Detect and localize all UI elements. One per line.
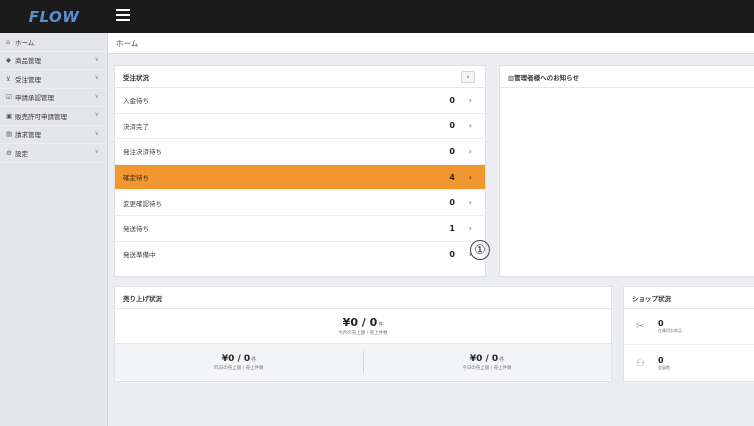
sales-yesterday: ¥0 / 0 件 昨日の売上額 / 売上件数 bbox=[115, 344, 363, 380]
order-row-label: 変更確認待ち bbox=[123, 199, 162, 208]
sidebar-item-label: ホーム bbox=[15, 38, 35, 47]
sales-month-unit: 件 bbox=[378, 322, 384, 328]
order-row-label: 発注決済待ち bbox=[123, 148, 162, 157]
home-icon: ⌂ bbox=[6, 37, 11, 46]
order-row-label: 入金待ち bbox=[123, 97, 149, 106]
chevron-right-icon: › bbox=[468, 223, 472, 233]
notice-title: ▥管理者様へのお知らせ bbox=[500, 66, 754, 88]
sales-month-label: 今月の売上額 / 売上件数 bbox=[338, 331, 388, 336]
sidebar-item-label: 請求管理 bbox=[15, 131, 41, 140]
top-bar: FLOW bbox=[0, 0, 754, 33]
order-row-count: 0 bbox=[449, 121, 455, 131]
panel-title: 受注状況 › bbox=[115, 66, 485, 88]
invoice-icon: ▤ bbox=[6, 130, 13, 139]
sales-title: 売り上げ状況 bbox=[115, 287, 611, 309]
sales-yesterday-label: 昨日の売上額 / 売上件数 bbox=[214, 365, 264, 371]
chevron-right-icon: › bbox=[468, 172, 472, 182]
sidebar-item-home[interactable]: ⌂ ホーム bbox=[0, 33, 107, 52]
shop-item-out-of-stock[interactable]: ✂ 0 在庫切れ商品 bbox=[624, 309, 754, 345]
tag-icon: ◆ bbox=[6, 56, 11, 65]
sales-month-value: ¥0 / 0 bbox=[342, 316, 378, 329]
logo[interactable]: FLOW bbox=[0, 0, 108, 33]
order-status-title: 受注状況 bbox=[123, 73, 149, 82]
chevron-right-icon: › bbox=[468, 121, 472, 131]
hamburger-icon[interactable] bbox=[116, 9, 130, 23]
order-row-count: 0 bbox=[449, 95, 455, 105]
out-of-stock-count: 0 bbox=[658, 319, 664, 328]
sidebar-item-approvals[interactable]: ☑ 申請承認管理 ∨ bbox=[0, 89, 107, 107]
check-box-icon: ☑ bbox=[6, 93, 12, 102]
sales-daily: ¥0 / 0 件 昨日の売上額 / 売上件数 ¥0 / 0 件 今日の売上額 /… bbox=[115, 344, 611, 380]
order-row-awaiting-confirmation[interactable]: 確定待ち 4 › bbox=[115, 164, 485, 191]
sidebar-item-billing[interactable]: ▤ 請求管理 ∨ bbox=[0, 126, 107, 144]
order-row-payment-complete[interactable]: 決済完了 0 › bbox=[115, 114, 485, 140]
order-row-awaiting-change-confirmation[interactable]: 変更確認待ち 0 › bbox=[115, 190, 485, 216]
sales-status-panel: 売り上げ状況 ¥0 / 0 件 今月の売上額 / 売上件数 ¥0 / 0 件 昨… bbox=[114, 286, 612, 382]
shop-title: ショップ状況 bbox=[624, 287, 754, 309]
shop-status-panel: ショップ状況 ✂ 0 在庫切れ商品 ⚇ 0 会員数 bbox=[623, 286, 754, 382]
order-status-panel: 受注状況 › 入金待ち 0 › 決済完了 0 › 発注決済待ち 0 › 確定待ち… bbox=[114, 65, 486, 277]
sidebar: ⌂ ホーム ◆ 商品管理 ∨ ⊻ 受注管理 ∨ ☑ 申請承認管理 ∨ ▣ 販売許… bbox=[0, 33, 108, 426]
members-label: 会員数 bbox=[658, 364, 670, 370]
sidebar-item-sales-permits[interactable]: ▣ 販売許可申請管理 ∨ bbox=[0, 107, 107, 126]
members-count: 0 bbox=[658, 355, 664, 365]
sidebar-item-products[interactable]: ◆ 商品管理 ∨ bbox=[0, 52, 107, 70]
order-row-label: 確定待ち bbox=[123, 174, 149, 183]
chevron-right-icon: › bbox=[468, 95, 472, 105]
shop-item-members[interactable]: ⚇ 0 会員数 bbox=[624, 345, 754, 381]
order-row-count: 0 bbox=[449, 198, 455, 208]
order-row-preparing-shipment[interactable]: 発送準備中 0 › bbox=[115, 242, 485, 268]
order-row-awaiting-order-payment[interactable]: 発注決済待ち 0 › bbox=[115, 139, 485, 165]
chevron-right-icon: › bbox=[468, 198, 472, 208]
sales-yesterday-unit: 件 bbox=[251, 356, 257, 363]
members-icon: ⚇ bbox=[636, 357, 645, 369]
admin-notice-panel: ▥管理者様へのお知らせ bbox=[499, 65, 754, 277]
chevron-down-icon: ∨ bbox=[94, 92, 99, 100]
sales-month: ¥0 / 0 件 今月の売上額 / 売上件数 bbox=[115, 309, 611, 344]
chevron-down-icon: ∨ bbox=[94, 148, 99, 155]
order-row-label: 発送準備中 bbox=[123, 251, 156, 260]
annotation-marker: ① bbox=[470, 240, 490, 260]
chevron-down-icon: ∨ bbox=[94, 129, 99, 137]
order-row-label: 決済完了 bbox=[123, 122, 149, 131]
store-icon: ▣ bbox=[6, 111, 13, 120]
chevron-down-icon: ∨ bbox=[94, 74, 99, 81]
sidebar-item-label: 申請承認管理 bbox=[15, 94, 54, 103]
chevron-right-icon: › bbox=[468, 146, 472, 156]
gear-icon: ⚙ bbox=[6, 148, 12, 157]
breadcrumb: ホーム bbox=[108, 33, 754, 54]
order-row-awaiting-payment[interactable]: 入金待ち 0 › bbox=[115, 88, 485, 114]
order-row-awaiting-shipment[interactable]: 発送待ち 1 › bbox=[115, 216, 485, 242]
sales-yesterday-value: ¥0 / 0 bbox=[221, 353, 251, 364]
cart-icon: ⊻ bbox=[6, 74, 11, 83]
chevron-right-icon[interactable]: › bbox=[461, 71, 475, 83]
sidebar-item-orders[interactable]: ⊻ 受注管理 ∨ bbox=[0, 70, 107, 89]
no-stock-icon: ✂ bbox=[636, 321, 645, 332]
sales-today: ¥0 / 0 件 今日の売上額 / 売上件数 bbox=[363, 344, 611, 380]
sidebar-item-label: 商品管理 bbox=[15, 57, 41, 66]
order-row-count: 0 bbox=[449, 249, 455, 259]
out-of-stock-label: 在庫切れ商品 bbox=[658, 328, 682, 333]
sales-today-unit: 件 bbox=[499, 356, 505, 363]
sales-today-label: 今日の売上額 / 売上件数 bbox=[462, 365, 512, 371]
order-row-count: 1 bbox=[449, 223, 455, 233]
sidebar-item-label: 受注管理 bbox=[15, 75, 41, 84]
order-row-count: 4 bbox=[449, 172, 455, 182]
order-row-label: 発送待ち bbox=[123, 225, 149, 234]
sidebar-item-settings[interactable]: ⚙ 設定 ∨ bbox=[0, 144, 107, 163]
sidebar-item-label: 販売許可申請管理 bbox=[15, 112, 67, 121]
sales-today-value: ¥0 / 0 bbox=[469, 353, 499, 364]
sidebar-item-label: 設定 bbox=[15, 149, 28, 158]
chevron-down-icon: ∨ bbox=[94, 111, 99, 118]
chevron-down-icon: ∨ bbox=[94, 55, 99, 63]
order-row-count: 0 bbox=[449, 146, 455, 156]
